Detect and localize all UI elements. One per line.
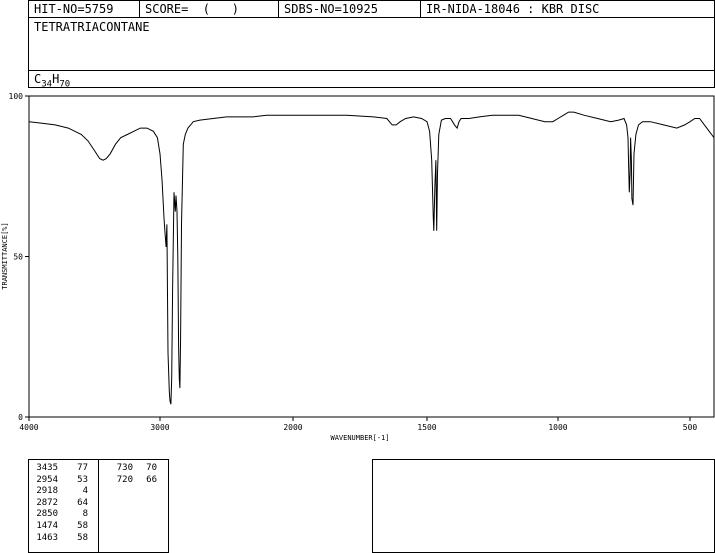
x-tick-label: 4000 <box>19 423 38 432</box>
peak-wavenumber: 2954 <box>36 474 58 485</box>
peak-transmittance: 58 <box>77 521 88 531</box>
peak-wavenumber: 3435 <box>36 463 58 473</box>
y-tick-label: 50 <box>13 253 23 262</box>
x-tick-label: 1000 <box>548 423 567 432</box>
spectrum-line <box>28 111 715 405</box>
peak-transmittance: 64 <box>77 497 88 508</box>
peak-wavenumber: 2872 <box>36 497 58 508</box>
peak-transmittance: 70 <box>146 463 157 473</box>
peak-wavenumber: 730 <box>116 463 133 473</box>
x-tick-label: 500 <box>683 423 698 432</box>
peak-table: 3435 77 2954 53 2918 4 2872 64 2850 8 1474 58 1463 58… <box>28 459 368 553</box>
y-tick-label: 0 <box>18 413 23 422</box>
x-tick-label: 2000 <box>283 423 302 432</box>
peak-wavenumber: 2850 <box>36 509 58 520</box>
peak-wavenumber: 720 <box>116 474 133 485</box>
peak-wavenumber: 2918 <box>36 486 58 497</box>
peak-transmittance: 58 <box>77 532 88 543</box>
peak-transmittance: 66 <box>146 474 157 485</box>
peak-transmittance: 8 <box>82 509 88 520</box>
plot-frame <box>28 95 715 418</box>
y-axis-label: TRANSMITTANCE[%] <box>1 222 9 289</box>
x-tick-label: 3000 <box>150 423 169 432</box>
x-axis-label: WAVENUMBER[-1] <box>330 434 389 442</box>
peak-transmittance: 77 <box>77 463 88 473</box>
peak-transmittance: 4 <box>82 486 88 497</box>
y-axis-ticks: 0 50 100 <box>9 92 29 422</box>
structure-box <box>372 459 715 553</box>
peak-wavenumber: 1463 <box>36 532 58 543</box>
ir-spectrum-chart: 4000 3000 2000 1500 1000 500 0 50 100 WAVENUMBE… <box>1 92 715 442</box>
x-axis-ticks: 4000 3000 2000 1500 1000 500 <box>19 417 697 432</box>
peak-transmittance: 53 <box>77 474 88 485</box>
y-tick-label: 100 <box>9 92 24 101</box>
x-tick-label: 1500 <box>417 423 436 432</box>
peak-wavenumber: 1474 <box>36 521 58 531</box>
